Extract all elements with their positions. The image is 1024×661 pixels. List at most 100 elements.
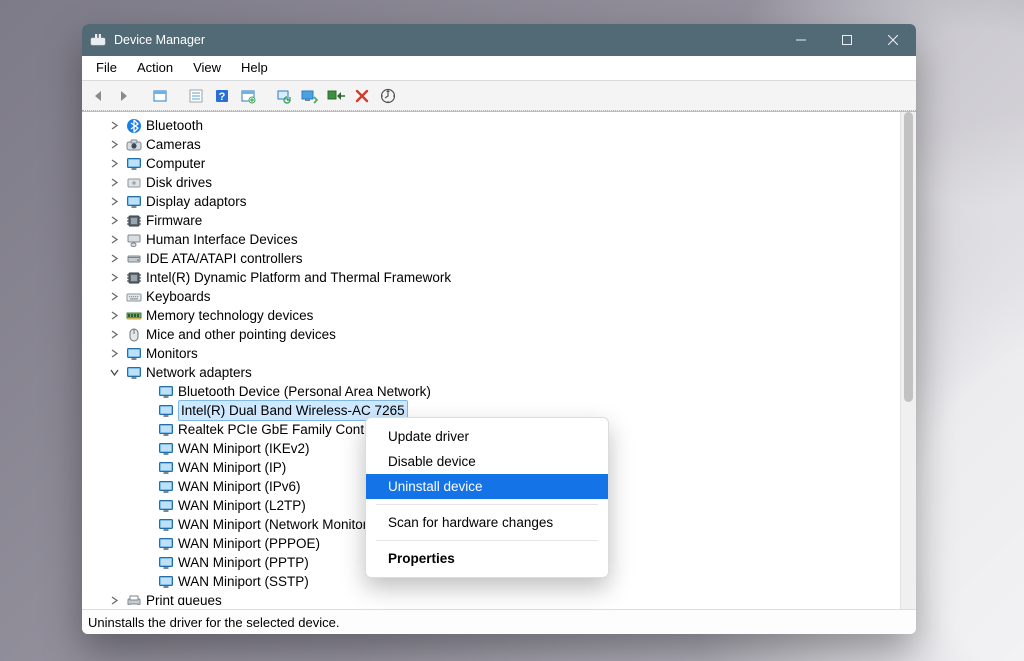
vertical-scrollbar[interactable] <box>900 112 916 609</box>
tree-node-label: Realtek PCIe GbE Family Controlle <box>178 420 390 439</box>
tree-node-label: WAN Miniport (IPv6) <box>178 477 301 496</box>
tree-node-label: Cameras <box>146 135 201 154</box>
tree-category[interactable]: Monitors <box>82 344 900 363</box>
menu-file[interactable]: File <box>86 57 127 78</box>
camera-icon <box>126 137 142 153</box>
expand-icon[interactable] <box>110 330 124 339</box>
tree-node-label: Monitors <box>146 344 198 363</box>
scan-hardware-icon <box>380 88 396 104</box>
delete-icon <box>354 88 370 104</box>
scrollbar-thumb[interactable] <box>904 112 913 402</box>
tree-category[interactable]: Human Interface Devices <box>82 230 900 249</box>
tree-category[interactable]: Network adapters <box>82 363 900 382</box>
toolbar-scan-button[interactable] <box>236 84 260 108</box>
tree-category[interactable]: Mice and other pointing devices <box>82 325 900 344</box>
monitor-icon <box>158 460 174 476</box>
menu-view-label: View <box>193 60 221 75</box>
monitor-icon <box>158 403 174 419</box>
tree-category[interactable]: Keyboards <box>82 287 900 306</box>
context-menu-item[interactable]: Uninstall device <box>366 474 608 499</box>
monitor-icon <box>158 574 174 590</box>
help-icon: ? <box>214 88 230 104</box>
status-bar: Uninstalls the driver for the selected d… <box>82 609 916 634</box>
monitor-icon <box>126 346 142 362</box>
tree-category[interactable]: Intel(R) Dynamic Platform and Thermal Fr… <box>82 268 900 287</box>
tree-node-label: Keyboards <box>146 287 211 306</box>
expand-icon[interactable] <box>110 349 124 358</box>
toolbar: ? <box>82 81 916 111</box>
context-menu-item[interactable]: Properties <box>366 546 608 571</box>
tree-category[interactable]: Memory technology devices <box>82 306 900 325</box>
maximize-button[interactable] <box>824 24 870 56</box>
tree-node-label: IDE ATA/ATAPI controllers <box>146 249 303 268</box>
tree-node-label: Bluetooth <box>146 116 203 135</box>
monitor-icon <box>158 384 174 400</box>
titlebar[interactable]: Device Manager <box>82 24 916 56</box>
context-menu-item-label: Uninstall device <box>388 479 483 494</box>
expand-icon[interactable] <box>110 292 124 301</box>
expand-icon[interactable] <box>110 178 124 187</box>
tree-node-label: WAN Miniport (PPPOE) <box>178 534 320 553</box>
tree-category[interactable]: Cameras <box>82 135 900 154</box>
toolbar-help-button[interactable]: ? <box>210 84 234 108</box>
context-menu[interactable]: Update driver Disable device Uninstall dev… <box>365 417 609 578</box>
tree-node-label: Memory technology devices <box>146 306 313 325</box>
toolbar-enable-device-button[interactable] <box>298 84 322 108</box>
toolbar-uninstall-device-button[interactable] <box>350 84 374 108</box>
expand-icon[interactable] <box>110 254 124 263</box>
close-button[interactable] <box>870 24 916 56</box>
minimize-button[interactable] <box>778 24 824 56</box>
expand-icon[interactable] <box>110 596 124 605</box>
tree-node-label: WAN Miniport (SSTP) <box>178 572 309 591</box>
toolbar-disable-device-button[interactable] <box>324 84 348 108</box>
toolbar-back-button[interactable] <box>86 84 110 108</box>
context-menu-item[interactable]: Scan for hardware changes <box>366 510 608 535</box>
expand-icon[interactable] <box>110 140 124 149</box>
monitor-icon <box>158 517 174 533</box>
expand-icon[interactable] <box>110 121 124 130</box>
monitor-icon <box>158 498 174 514</box>
expand-icon[interactable] <box>110 311 124 320</box>
tree-category[interactable]: Print queues <box>82 591 900 605</box>
expand-icon[interactable] <box>110 216 124 225</box>
tree-category[interactable]: Disk drives <box>82 173 900 192</box>
expand-icon[interactable] <box>110 197 124 206</box>
disk-icon <box>126 175 142 191</box>
chip-icon <box>126 213 142 229</box>
menu-view[interactable]: View <box>183 57 231 78</box>
menu-action[interactable]: Action <box>127 57 183 78</box>
desktop-background: Device Manager File Action View Help <box>0 0 1024 661</box>
tree-node-label: Display adaptors <box>146 192 247 211</box>
tree-node-label: Mice and other pointing devices <box>146 325 336 344</box>
tree-category[interactable]: Display adaptors <box>82 192 900 211</box>
toolbar-update-driver-button[interactable] <box>272 84 296 108</box>
context-menu-item[interactable]: Disable device <box>366 449 608 474</box>
menu-bar: File Action View Help <box>82 56 916 81</box>
tree-category[interactable]: Firmware <box>82 211 900 230</box>
ide-icon <box>126 251 142 267</box>
toolbar-scan-hardware-button[interactable] <box>376 84 400 108</box>
expand-icon[interactable] <box>110 273 124 282</box>
toolbar-show-hidden-button[interactable] <box>148 84 172 108</box>
expand-icon[interactable] <box>110 159 124 168</box>
collapse-icon[interactable] <box>110 368 124 377</box>
context-menu-item-label: Update driver <box>388 429 469 444</box>
toolbar-properties-button[interactable] <box>184 84 208 108</box>
context-menu-item[interactable]: Update driver <box>366 424 608 449</box>
menu-help[interactable]: Help <box>231 57 278 78</box>
tree-category[interactable]: Bluetooth <box>82 116 900 135</box>
tree-category[interactable]: Computer <box>82 154 900 173</box>
tree-node-label: Network adapters <box>146 363 252 382</box>
tree-category[interactable]: IDE ATA/ATAPI controllers <box>82 249 900 268</box>
properties-icon <box>188 88 204 104</box>
monitor-icon <box>126 194 142 210</box>
bluetooth-icon <box>126 118 142 134</box>
tree-node-label: Firmware <box>146 211 202 230</box>
tree-device[interactable]: Bluetooth Device (Personal Area Network) <box>82 382 900 401</box>
expand-icon[interactable] <box>110 235 124 244</box>
status-text: Uninstalls the driver for the selected d… <box>88 615 339 630</box>
keyboard-icon <box>126 289 142 305</box>
tree-node-label: Human Interface Devices <box>146 230 298 249</box>
toolbar-forward-button[interactable] <box>112 84 136 108</box>
monitor-icon <box>158 536 174 552</box>
